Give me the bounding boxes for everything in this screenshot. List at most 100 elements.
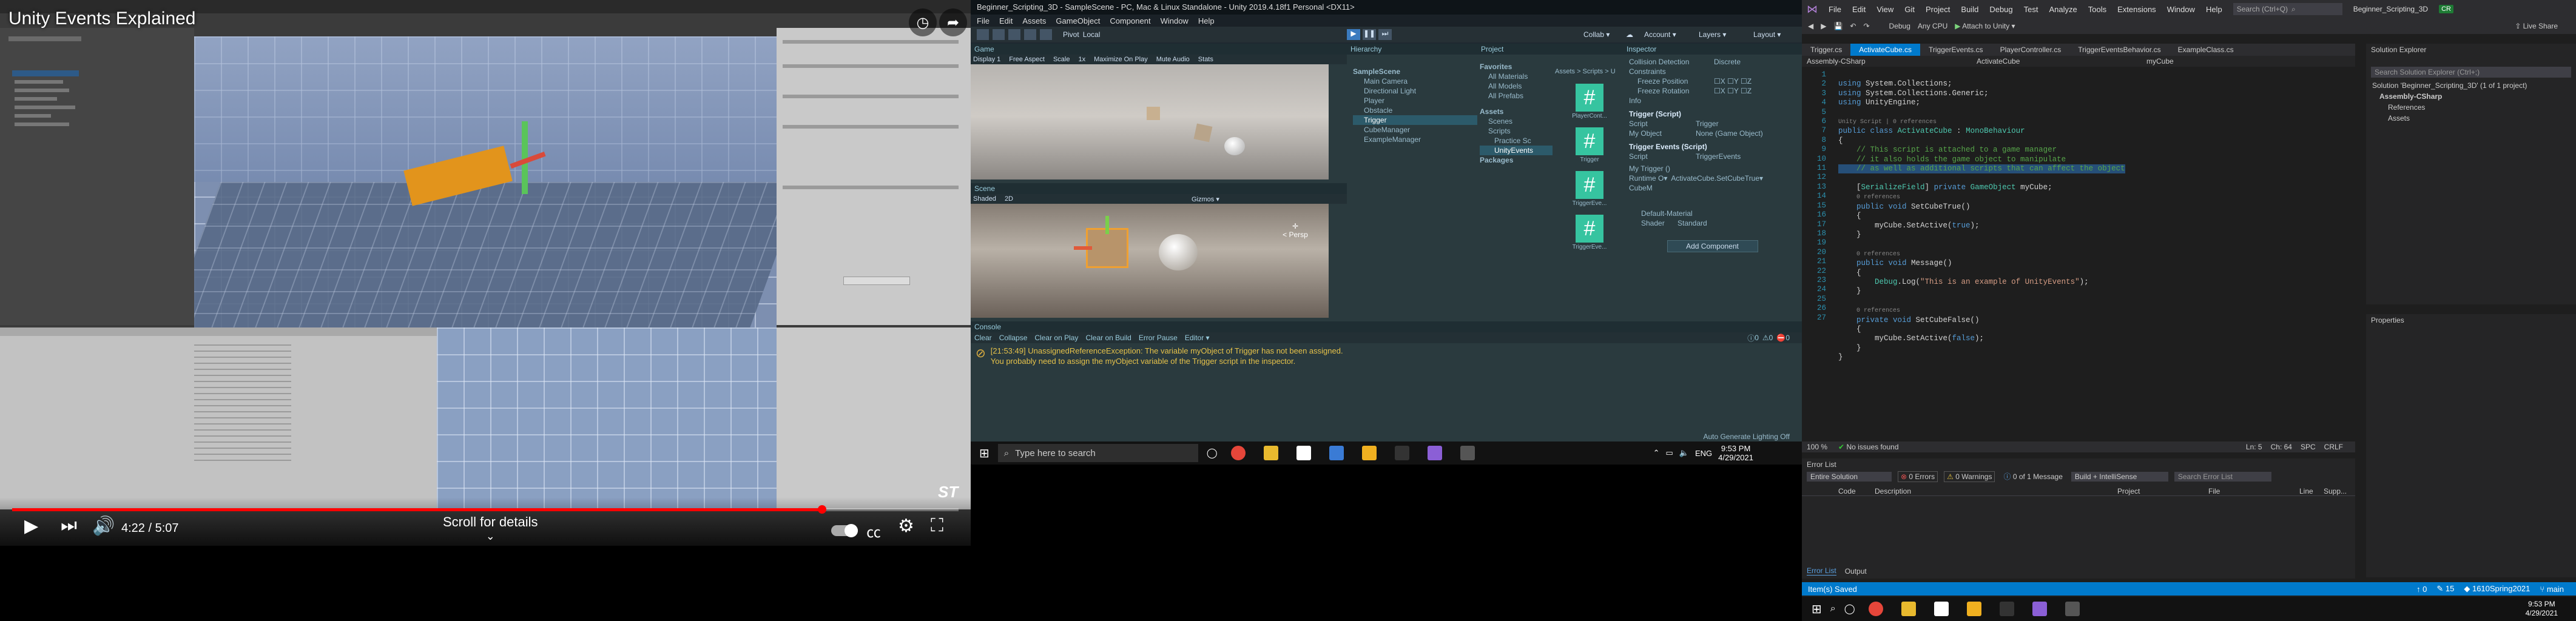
line-ending[interactable]: CRLF [2324,443,2343,451]
scale-value[interactable]: 1x [1078,56,1085,63]
layout-dropdown[interactable]: Layout ▾ [1753,30,1781,39]
scene-view[interactable]: ✛ < Persp [971,204,1329,318]
error-list-search[interactable]: Search Error List [2174,471,2271,482]
constraints-foldout[interactable]: Constraints [1629,67,1796,76]
progress-bar[interactable] [12,505,959,514]
autoplay-toggle[interactable] [831,524,858,537]
my-object-field[interactable]: None (Game Object) [1696,129,1763,138]
display-dropdown[interactable]: Display 1 [973,56,1000,63]
hierarchy-item[interactable]: SampleScene [1353,67,1477,76]
tab-playercontroller-cs[interactable]: PlayerController.cs [1992,45,2070,54]
packages-folder[interactable]: Packages [1480,155,1553,165]
push-count[interactable]: ↑ 0 [2416,585,2427,594]
vs-menu-window[interactable]: Window [2167,5,2195,14]
tray-chevron-icon[interactable]: ⌃ [1653,448,1660,458]
scope-dropdown[interactable]: Entire Solution [1807,471,1892,482]
pause-button[interactable]: ❚❚ [1363,29,1376,40]
vs-menu-extensions[interactable]: Extensions [2117,5,2156,14]
collab-dropdown[interactable]: Collab ▾ [1583,30,1610,39]
vs-menu-analyze[interactable]: Analyze [2049,5,2077,14]
fav-item[interactable]: All Models [1480,81,1553,91]
task-view-icon[interactable]: ◯ [1207,447,1218,459]
fav-item[interactable]: All Materials [1480,72,1553,81]
shader-dropdown[interactable]: Standard [1677,218,1707,228]
menu-file[interactable]: File [977,16,990,25]
volume-tray-icon[interactable]: 🔈 [1679,448,1689,458]
collision-dropdown[interactable]: Discrete [1714,57,1741,67]
col-code[interactable]: Code [1838,487,1875,495]
menu-component[interactable]: Component [1110,16,1150,25]
tab-output[interactable]: Output [1845,567,1867,576]
col-project[interactable]: Project [2117,487,2208,495]
console-error-pause[interactable]: Error Pause [1139,334,1178,342]
youtube-player[interactable]: Unity Events Explained ◷ ➦ ST ▶ ⏭ 🔊 4:22… [0,0,971,546]
nav-project-dropdown[interactable]: Assembly-CSharp [1807,57,1928,65]
account-dropdown[interactable]: Account ▾ [1644,30,1676,39]
asset-folder[interactable]: Scenes [1480,116,1553,126]
watch-later-icon[interactable]: ◷ [909,8,937,36]
references-node[interactable]: References [2366,102,2576,113]
asset-folder[interactable]: Practice Sc [1480,136,1553,146]
script-file[interactable]: # TriggerEve... [1568,215,1611,252]
back-icon[interactable]: ◀ [1808,22,1813,30]
freeze-rot-xyz[interactable]: ☐X ☐Y ☐Z [1714,86,1752,96]
nav-class-dropdown[interactable]: ActivateCube [1977,57,2098,65]
project-node[interactable]: Assembly-CSharp [2366,91,2576,102]
user-badge[interactable]: CR [2439,5,2453,13]
unity-hub-icon[interactable] [1394,446,1409,460]
task-view-icon[interactable]: ◯ [1844,603,1855,615]
asset-folder[interactable]: Scripts [1480,126,1553,136]
play-icon[interactable]: ▶ [24,515,38,537]
tab-triggerevents-cs[interactable]: TriggerEvents.cs [1920,45,1992,54]
scale-tool-icon[interactable] [1024,29,1036,40]
freeze-pos-xyz[interactable]: ☐X ☐Y ☐Z [1714,76,1752,86]
store-icon[interactable] [1329,446,1344,460]
method-dropdown[interactable]: ActivateCube.SetCubeTrue▾ [1671,173,1763,183]
windows-start-icon[interactable]: ⊞ [979,446,990,461]
security-icon[interactable] [1934,602,1949,616]
script-file[interactable]: # TriggerEve... [1568,171,1611,209]
project-breadcrumb[interactable]: Assets > Scripts > U [1555,67,1616,76]
hand-tool-icon[interactable] [977,29,989,40]
redo-icon[interactable]: ↷ [1863,22,1869,30]
search-icon[interactable]: ⌕ [1830,603,1836,614]
vs-menu-help[interactable]: Help [2206,5,2222,14]
sticky-notes-icon[interactable] [1361,446,1377,460]
console-message[interactable]: ⊘ [21:53:49] UnassignedReferenceExceptio… [971,343,1802,369]
windows-start-icon[interactable]: ⊞ [1812,602,1822,617]
play-button[interactable]: ▶ [1347,29,1360,40]
warning-count-icon[interactable]: ⚠ [1762,334,1769,342]
code-editor[interactable]: 1 2 3 4 5 6 7 8 9 10 11 12 13 14 15 16 17 18 19 20 21 22 23 24 2… [1802,68,2355,439]
error-count-icon[interactable]: ⛔ [1776,334,1785,342]
visual-studio-icon[interactable] [2032,602,2047,616]
cloud-icon[interactable]: ☁ [1626,30,1633,39]
shading-dropdown[interactable]: Shaded [973,195,996,203]
vs-menu-project[interactable]: Project [1926,5,1950,14]
vs-menu-test[interactable]: Test [2024,5,2038,14]
share-icon[interactable]: ➦ [939,8,967,36]
col-file[interactable]: File [2208,487,2299,495]
clock[interactable]: 9:53 PM 4/29/2021 [1718,444,1753,462]
nav-member-dropdown[interactable]: myCube [2146,57,2174,65]
unity-icon[interactable] [1460,446,1475,460]
runtime-dropdown[interactable]: Runtime O▾ [1629,173,1667,183]
visual-studio-icon[interactable] [1427,446,1442,460]
add-component-button[interactable]: Add Component [1667,240,1758,252]
tab-activatecube-cs[interactable]: ActivateCube.cs [1850,44,1920,56]
cube-object-field[interactable]: CubeM [1629,183,1796,193]
vs-menu-tools[interactable]: Tools [2088,5,2106,14]
sticky-notes-icon[interactable] [1966,602,1981,616]
tab-scene[interactable]: Scene [971,183,1347,194]
console-editor[interactable]: Editor ▾ [1185,334,1210,342]
col-line[interactable]: Line [2299,487,2324,495]
fav-item[interactable]: All Prefabs [1480,91,1553,101]
solution-explorer-search[interactable]: Search Solution Explorer (Ctrl+;) [2371,67,2571,78]
tab-project[interactable]: Project [1477,44,1623,55]
scroll-hint[interactable]: Scroll for details ⌄ [443,514,538,543]
solution-node[interactable]: Solution 'Beginner_Scripting_3D' (1 of 1… [2366,80,2576,91]
layers-dropdown[interactable]: Layers ▾ [1699,30,1726,39]
game-view[interactable] [971,64,1329,180]
captions-icon[interactable]: ㏄ [866,520,881,542]
save-icon[interactable]: 💾 [1833,22,1843,30]
tab-console[interactable]: Console [971,321,1802,332]
